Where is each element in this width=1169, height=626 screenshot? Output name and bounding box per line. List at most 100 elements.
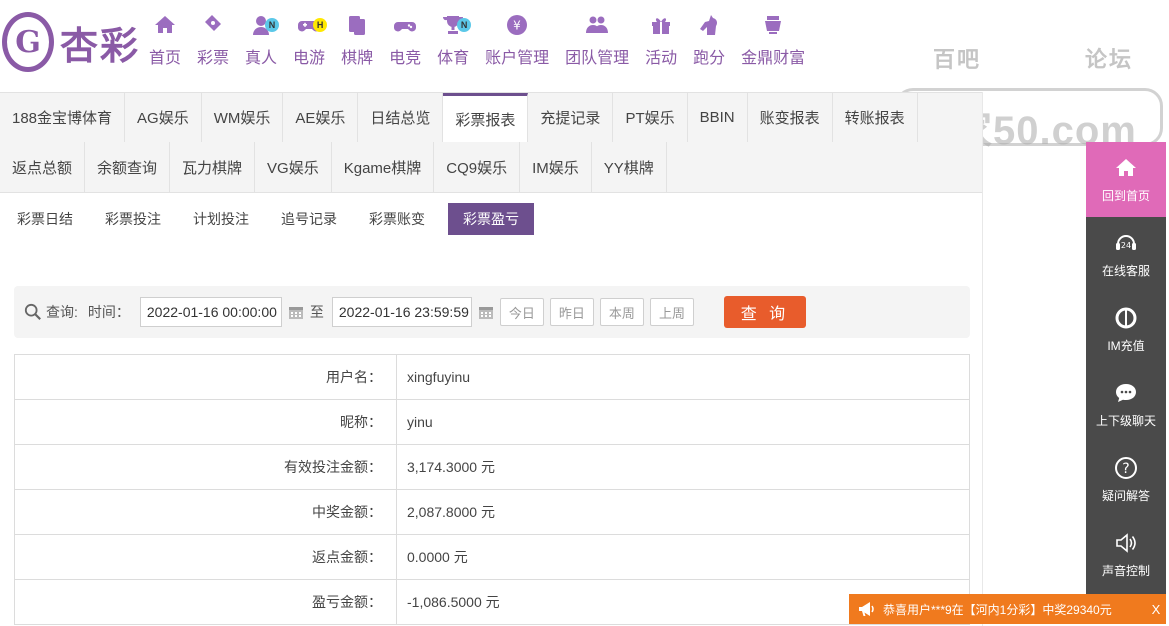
sidebar-label: 上下级聊天 <box>1095 414 1156 428</box>
report-tab[interactable]: PT娱乐 <box>613 93 688 142</box>
report-tab[interactable]: YY棋牌 <box>591 142 667 192</box>
report-tab[interactable]: 充提记录 <box>528 93 614 142</box>
report-tab[interactable]: 转账报表 <box>832 93 918 142</box>
sidebar-item-5[interactable]: 声音控制 <box>1086 517 1166 592</box>
table-row: 盈亏金额： -1,086.5000 元 <box>14 579 970 625</box>
table-row: 返点金额： 0.0000 元 <box>14 534 970 580</box>
unicorn-icon <box>696 12 722 38</box>
query-bar: 查询: 时间： 2022-01-16 00:00:00 至 2022-01-16… <box>14 286 970 338</box>
nav-label: 团队管理 <box>565 50 630 67</box>
nav-item-10[interactable]: 跑分 <box>685 12 733 72</box>
sidebar-item-3[interactable]: 上下级聊天 <box>1086 367 1166 442</box>
sub-tab[interactable]: 彩票盈亏 <box>448 203 534 235</box>
nav-label: 彩票 <box>197 50 230 67</box>
esports-controller-icon <box>392 12 418 38</box>
nav-item-8[interactable]: 团队管理 <box>557 12 637 72</box>
nav-label: 体育 <box>437 50 470 67</box>
report-tab[interactable]: VG娱乐 <box>255 142 332 192</box>
report-tab[interactable]: IM娱乐 <box>520 142 592 192</box>
sidebar-label: 声音控制 <box>1101 564 1150 578</box>
report-tab[interactable]: AG娱乐 <box>125 93 202 142</box>
nav-label: 棋牌 <box>341 50 374 67</box>
report-tab[interactable]: BBIN <box>687 93 748 142</box>
nav-item-6[interactable]: 体育 N <box>429 12 477 72</box>
table-row: 昵称： yinu <box>14 399 970 445</box>
sidebar-label: 回到首页 <box>1101 189 1150 203</box>
report-tabs-row-2: 返点总额 余额查询 瓦力棋牌 VG娱乐 Kgame棋牌 CQ9娱乐 IM娱乐 YY棋牌 <box>0 142 982 193</box>
svg-text:¥: ¥ <box>513 19 521 33</box>
quick-range-this-week[interactable]: 本周 <box>599 298 644 326</box>
row-label: 用户名： <box>14 354 397 400</box>
row-label: 昵称： <box>14 399 397 445</box>
home-icon <box>1113 155 1139 181</box>
nav-label: 首页 <box>149 50 182 67</box>
sub-tab[interactable]: 彩票投注 <box>90 203 176 235</box>
report-tab[interactable]: AE娱乐 <box>283 93 359 142</box>
end-time-input[interactable]: 2022-01-16 23:59:59 <box>331 297 472 327</box>
row-value: 3,174.3000 元 <box>396 444 970 490</box>
report-tab[interactable]: CQ9娱乐 <box>434 142 521 192</box>
home-icon <box>152 12 178 38</box>
nav-item-11[interactable]: 金鼎财富 <box>733 12 813 72</box>
search-button[interactable]: 查 询 <box>723 296 806 328</box>
query-label: 查询: <box>46 304 78 320</box>
nav-badge: H <box>313 18 328 32</box>
sub-tab[interactable]: 计划投注 <box>178 203 264 235</box>
row-label: 有效投注金额： <box>14 444 397 490</box>
sidebar-item-4[interactable]: ? 疑问解答 <box>1086 442 1166 517</box>
nav-item-9[interactable]: 活动 <box>637 12 685 72</box>
nav-item-7[interactable]: ¥ 账户管理 <box>477 12 557 72</box>
nav-item-2[interactable]: 真人 N <box>237 12 285 72</box>
nav-label: 电游 <box>293 50 326 67</box>
nav-item-3[interactable]: 电游 H <box>285 12 333 72</box>
time-label: 时间： <box>87 304 130 320</box>
brand-logo[interactable]: G 杏彩 <box>2 12 140 72</box>
notice-close-button[interactable]: X <box>1146 602 1166 617</box>
nav-item-0[interactable]: 首页 <box>141 12 189 72</box>
report-tab[interactable]: 返点总额 <box>0 142 86 192</box>
report-tab[interactable]: 日结总览 <box>358 93 444 142</box>
svg-text:?: ? <box>1122 461 1129 477</box>
search-icon <box>24 303 41 320</box>
nav-label: 电竞 <box>389 50 422 67</box>
profit-loss-table: 用户名： xingfuyinu 昵称： yinu 有效投注金额： 3,174.3000 元… <box>14 354 970 625</box>
quick-range-yesterday[interactable]: 昨日 <box>549 298 594 326</box>
headset-24-icon: 24 <box>1113 230 1139 256</box>
nav-badge: N <box>457 18 472 32</box>
nav-item-1[interactable]: 彩票 <box>189 12 237 72</box>
report-tab[interactable]: 188金宝博体育 <box>0 93 126 142</box>
floating-sidebar: 回到首页 24 在线客服 IM充值上下级聊天 ? 疑问解答声音控制 <box>1086 142 1166 602</box>
report-tab[interactable]: WM娱乐 <box>201 93 284 142</box>
nav-badge: N <box>265 18 280 32</box>
report-tab[interactable]: 余额查询 <box>85 142 171 192</box>
wealth-icon <box>760 12 786 38</box>
report-tab[interactable]: 瓦力棋牌 <box>170 142 256 192</box>
nav-item-4[interactable]: 棋牌 <box>333 12 381 72</box>
sidebar-item-1[interactable]: 24 在线客服 <box>1086 217 1166 292</box>
notice-text: 恭喜用户***9在【河内1分彩】中奖29340元 <box>883 602 1112 617</box>
logo-text: 杏彩 <box>60 22 141 68</box>
sidebar-label: 在线客服 <box>1101 264 1150 278</box>
nav-item-5[interactable]: 电竞 <box>381 12 429 72</box>
team-icon <box>584 12 610 38</box>
sidebar-item-2[interactable]: IM充值 <box>1086 292 1166 367</box>
calendar-icon[interactable] <box>478 304 494 320</box>
calendar-icon[interactable] <box>288 304 304 320</box>
range-separator: 至 <box>309 304 324 320</box>
sub-tab[interactable]: 彩票日结 <box>2 203 88 235</box>
report-tab[interactable]: 账变报表 <box>747 93 833 142</box>
report-tab[interactable]: 彩票报表 <box>443 93 529 142</box>
sub-tab[interactable]: 追号记录 <box>266 203 352 235</box>
megaphone-icon <box>859 602 874 616</box>
lottery-ticket-icon <box>200 12 226 38</box>
win-notice-bar: 恭喜用户***9在【河内1分彩】中奖29340元 X <box>849 594 1166 624</box>
start-time-input[interactable]: 2022-01-16 00:00:00 <box>139 297 282 327</box>
quick-range-today[interactable]: 今日 <box>499 298 544 326</box>
report-tab[interactable]: Kgame棋牌 <box>331 142 435 192</box>
logo-mark: G <box>2 12 54 72</box>
row-value: yinu <box>396 399 970 445</box>
quick-range-last-week[interactable]: 上周 <box>649 298 694 326</box>
sub-tab[interactable]: 彩票账变 <box>354 203 440 235</box>
lottery-sub-tabs: 彩票日结 彩票投注 计划投注 追号记录 彩票账变 彩票盈亏 <box>0 203 534 235</box>
sidebar-item-0[interactable]: 回到首页 <box>1086 142 1166 217</box>
